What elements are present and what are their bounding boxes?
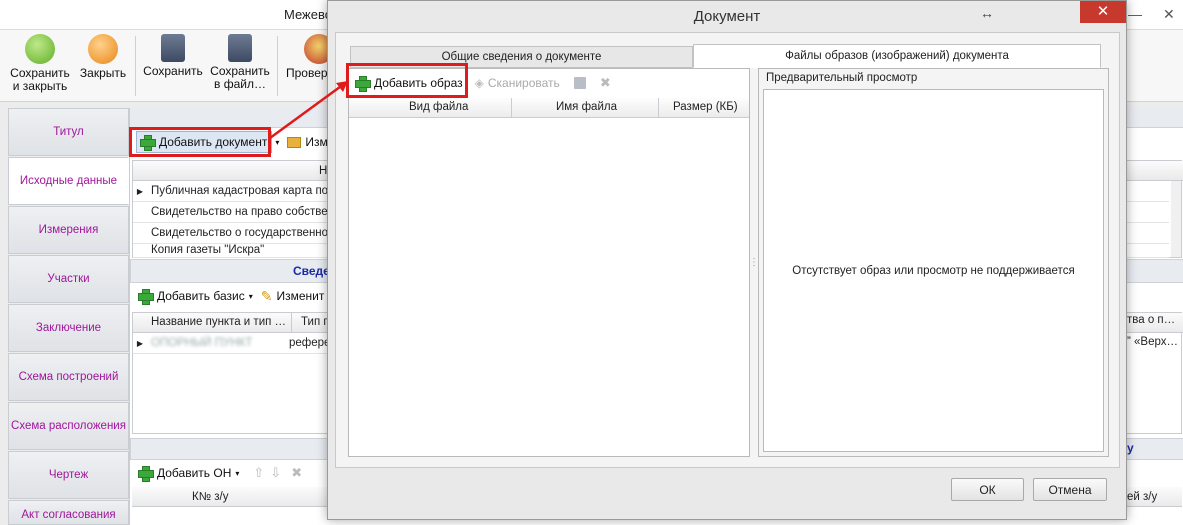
delete-icon[interactable]: ✖ (291, 465, 302, 481)
column-header-fragment: тва о п… (1127, 314, 1176, 326)
tab-parcels[interactable]: Участки (8, 255, 129, 303)
tab-label: Титул (53, 126, 84, 138)
tab-source-data[interactable]: Исходные данные (8, 157, 129, 205)
column-header-fragment: ей з/у (1127, 491, 1158, 503)
column-header-type[interactable]: Тип п (301, 316, 330, 328)
close-document-button[interactable]: Закрыть (78, 34, 128, 80)
document-name: Копия газеты "Искра" (151, 244, 265, 256)
row-pointer-icon: ▶ (136, 338, 144, 348)
tab-location-scheme[interactable]: Схема расположения (8, 402, 129, 450)
preview-title: Предварительный просмотр (766, 72, 918, 84)
check-icon (25, 34, 55, 64)
highlight-add-document (129, 127, 271, 157)
basis-point-name: ОПОРНЫЙ ПУНКТ (151, 337, 253, 349)
tab-label: Схема построений (18, 371, 119, 383)
save-button[interactable]: Сохранить (143, 34, 203, 78)
main-window-title: Межево (284, 7, 332, 22)
floppy-file-icon (228, 34, 252, 62)
column-divider (511, 98, 512, 118)
tab-label: Исходные данные (19, 175, 118, 187)
save-image-icon[interactable] (573, 77, 586, 89)
tab-label: Измерения (38, 224, 99, 236)
dialog-title: Документ (693, 8, 761, 25)
splitter-handle[interactable]: ⋮ (749, 68, 759, 457)
exit-icon (88, 34, 118, 64)
files-panel: Добавить образ ◈ Сканировать ✖ Вид файла… (348, 68, 750, 457)
row-pointer-icon: ▶ (136, 186, 144, 196)
highlight-add-image (346, 63, 468, 98)
tab-label: Акт согласования (21, 509, 116, 521)
document-name: Свидетельство на право собственн (151, 206, 341, 218)
basis-point-type: рефере (289, 337, 331, 349)
column-header-name[interactable]: Название пункта и тип … (151, 316, 286, 328)
tab-label: Заключение (35, 322, 102, 334)
ok-button[interactable]: ОК (951, 478, 1024, 501)
column-header-size[interactable]: Размер (КБ) (673, 101, 738, 113)
column-header-number[interactable]: К№ з/у (192, 491, 228, 503)
tab-conclusion[interactable]: Заключение (8, 304, 129, 352)
plus-icon (138, 466, 154, 482)
move-up-icon[interactable]: ⇧ (253, 465, 264, 481)
left-tab-strip: Титул Исходные данные Измерения Участки … (8, 108, 129, 525)
basis-toolbar: Добавить базис ▾ ✎ Изменит (138, 284, 324, 308)
close-label: Закрыть (79, 66, 127, 80)
tab-label: Файлы образов (изображений) документа (785, 50, 1009, 62)
column-divider (658, 98, 659, 118)
delete-image-icon[interactable]: ✖ (600, 75, 611, 91)
add-basis-button[interactable]: Добавить базис (157, 289, 245, 303)
column-divider (291, 313, 292, 333)
dropdown-arrow-icon[interactable]: ▾ (249, 292, 253, 301)
dropdown-arrow-icon[interactable]: ▾ (235, 469, 239, 478)
cell-fragment: ” «Верх… (1127, 336, 1179, 348)
tab-construction-scheme[interactable]: Схема построений (8, 353, 129, 401)
tab-titul[interactable]: Титул (8, 108, 129, 156)
add-on-button[interactable]: Добавить ОН (157, 466, 231, 480)
preview-area: Отсутствует образ или просмотр не поддер… (763, 89, 1104, 452)
document-name: Свидетельство о государственной (151, 227, 335, 239)
save-label: Сохранить (143, 64, 203, 78)
scanner-icon: ◈ (474, 76, 484, 90)
plus-icon (138, 289, 154, 305)
section-title: Сведе (293, 264, 330, 278)
tab-label: Чертеж (48, 469, 89, 481)
save-close-label: Сохранить и закрыть (10, 66, 70, 93)
preview-panel: Предварительный просмотр Отсутствует обр… (758, 68, 1109, 457)
dialog-title-bar: Документ (328, 1, 1126, 32)
tab-image-files[interactable]: Файлы образов (изображений) документа (693, 44, 1101, 68)
document-name: Публичная кадастровая карта по С (151, 185, 340, 197)
ribbon-separator (135, 36, 136, 96)
red-arrow-icon (269, 81, 348, 140)
tab-label: Схема расположения (11, 420, 126, 432)
documents-scrollbar[interactable] (1171, 181, 1181, 257)
column-header-file-name[interactable]: Имя файла (556, 101, 617, 113)
preview-empty-message: Отсутствует образ или просмотр не поддер… (792, 264, 1075, 277)
scan-button[interactable]: Сканировать (488, 76, 560, 90)
dialog-restore-button[interactable]: ↔ (980, 5, 994, 21)
minimize-button[interactable]: — (1128, 6, 1142, 22)
save-close-button[interactable]: Сохранить и закрыть (10, 34, 70, 93)
section-title-fragment: у (1127, 441, 1134, 455)
move-down-icon[interactable]: ⇩ (270, 465, 281, 481)
close-button[interactable]: ✕ (1163, 6, 1175, 23)
tab-approval-act[interactable]: Акт согласования (8, 500, 129, 525)
column-header-file-type[interactable]: Вид файла (409, 101, 468, 113)
dialog-close-button[interactable]: ✕ (1080, 1, 1126, 23)
tab-measurements[interactable]: Измерения (8, 206, 129, 254)
tab-drawing[interactable]: Чертеж (8, 451, 129, 499)
edit-basis-button[interactable]: Изменит (276, 289, 324, 303)
tab-label: Участки (47, 273, 90, 285)
on-toolbar: Добавить ОН ▾ ⇧ ⇩ ✖ (138, 461, 302, 485)
cancel-button[interactable]: Отмена (1033, 478, 1107, 501)
floppy-icon (161, 34, 185, 62)
pencil-icon: ✎ (260, 287, 273, 304)
tab-label: Общие сведения о документе (441, 51, 602, 63)
table-row[interactable]: ▶ ОПОРНЫЙ ПУНКТ рефере (133, 333, 333, 354)
